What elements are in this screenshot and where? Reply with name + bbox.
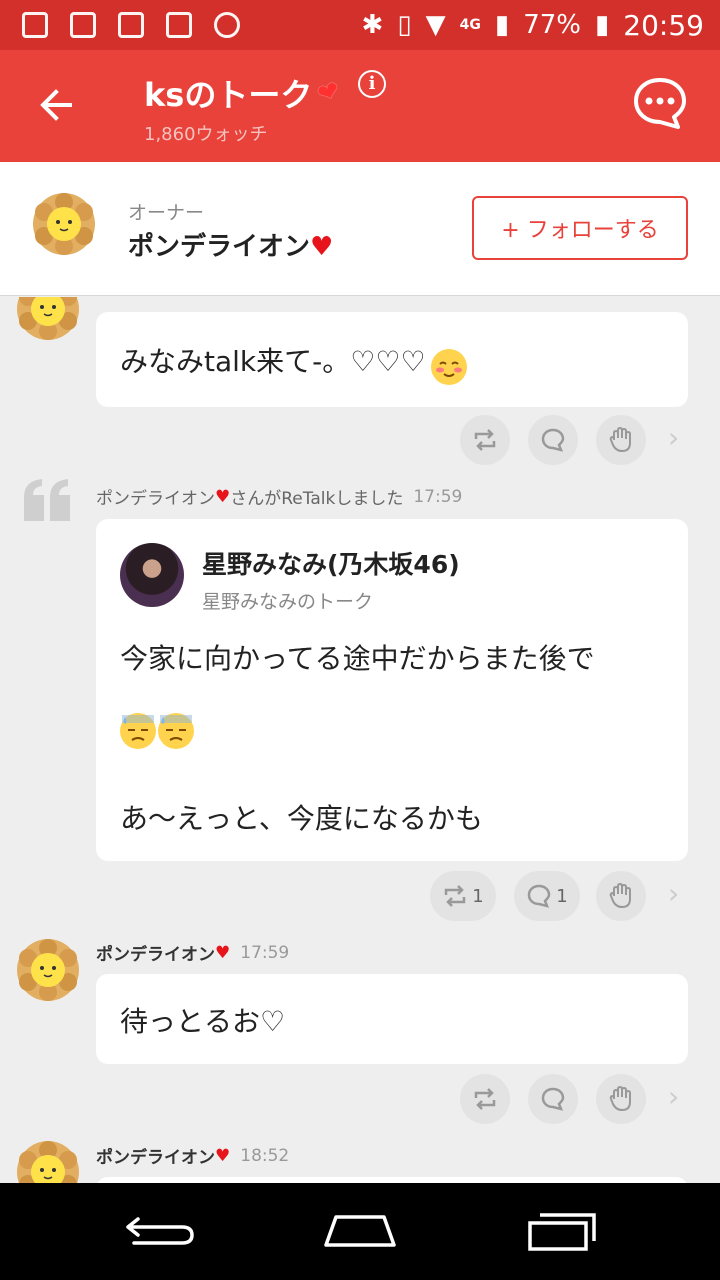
- clap-button[interactable]: [596, 415, 646, 465]
- network-type: 4G: [459, 17, 481, 33]
- user-avatar[interactable]: [16, 297, 80, 341]
- retalk-button[interactable]: [460, 1074, 510, 1124]
- message-bubble[interactable]: 待っとるお♡: [96, 974, 688, 1064]
- vibrate-icon: ▯: [397, 10, 412, 40]
- headset-icon: [214, 12, 240, 38]
- retalk-card[interactable]: 星野みなみ(乃木坂46) 星野みなみのトーク 今家に向かってる途中だからまた後で…: [96, 519, 688, 861]
- timestamp: 18:52: [240, 1145, 290, 1166]
- home-icon[interactable]: [320, 1205, 400, 1255]
- owner-name-text: ポンデライオン: [128, 232, 311, 262]
- comment-button[interactable]: [528, 1074, 578, 1124]
- chevron-right-icon[interactable]: ›: [668, 421, 679, 454]
- watch-count: 1,860ウォッチ: [144, 124, 268, 145]
- retalk-user-avatar[interactable]: [120, 543, 184, 607]
- clap-hand-icon: [609, 882, 631, 909]
- talk-title-text: ksのトーク: [144, 76, 313, 114]
- comment-icon: [528, 884, 551, 908]
- chat-bubble-icon[interactable]: [632, 75, 688, 131]
- author-name[interactable]: ポンデライオン: [96, 1143, 215, 1168]
- author-name[interactable]: ポンデライオン: [96, 940, 215, 965]
- status-bar: ✱ ▯ ▼ 4G ▮ 77% ▮ 20:59: [0, 0, 720, 50]
- clock: 20:59: [623, 8, 704, 42]
- clap-button[interactable]: [596, 1074, 646, 1124]
- emoji-row: [120, 713, 194, 749]
- retalk-icon: [445, 885, 466, 907]
- clap-button[interactable]: [596, 871, 646, 921]
- message-actions: ›: [0, 1074, 720, 1124]
- user-avatar[interactable]: [16, 938, 80, 1002]
- bluetooth-icon: ✱: [361, 10, 384, 40]
- message-text: みなみtalk来て-。♡♡♡: [120, 345, 426, 378]
- sweat-face-icon: [158, 713, 194, 749]
- info-icon[interactable]: i: [358, 70, 386, 98]
- back-icon[interactable]: [120, 1205, 200, 1255]
- system-status: ✱ ▯ ▼ 4G ▮ 77% ▮ 20:59: [362, 0, 704, 50]
- heart-icon: ♥: [215, 942, 231, 963]
- retalk-button[interactable]: 1: [430, 871, 496, 921]
- chevron-right-icon[interactable]: ›: [668, 877, 679, 910]
- message-text: 待っとるお♡: [120, 1005, 286, 1038]
- talk-title: ksのトーク ❤: [144, 70, 345, 116]
- owner-name[interactable]: ポンデライオン♥: [128, 226, 333, 263]
- timestamp: 17:59: [413, 486, 463, 507]
- comment-button[interactable]: [528, 415, 578, 465]
- navigation-bar: [0, 1183, 720, 1280]
- comment-icon: [541, 428, 565, 452]
- message-text: あ〜えっと、今度になるかも: [120, 802, 483, 835]
- message-meta: ポンデライオン ♥ 18:52: [96, 1143, 290, 1169]
- retalker-name[interactable]: ポンデライオン: [96, 484, 215, 509]
- message-actions: 1 1 ›: [0, 871, 720, 921]
- battery-icon: ▮: [594, 10, 610, 40]
- heart-icon: ♥: [310, 232, 334, 262]
- notification-icons: [0, 12, 240, 38]
- follow-button[interactable]: + フォローする: [472, 196, 688, 260]
- retalk-user-name[interactable]: 星野みなみ(乃木坂46): [202, 545, 460, 581]
- heart-icon: ❤: [313, 75, 345, 111]
- comment-count: 1: [556, 885, 568, 907]
- retalk-label: さんがReTalkしました: [230, 489, 404, 509]
- quote-icon: [24, 479, 70, 521]
- retalk-talk-name[interactable]: 星野みなみのトーク: [202, 587, 373, 614]
- sweat-face-icon: [120, 713, 156, 749]
- chevron-right-icon[interactable]: ›: [668, 1080, 679, 1113]
- message-bubble[interactable]: みなみtalk来て-。♡♡♡: [96, 312, 688, 407]
- wifi-icon: ▼: [425, 10, 446, 40]
- signal-icon: ▮: [494, 10, 510, 40]
- comment-icon: [541, 1087, 565, 1111]
- image-icon: [70, 12, 96, 38]
- timestamp: 17:59: [240, 942, 290, 963]
- contacts-icon: [22, 12, 48, 38]
- heart-icon: ♥: [215, 486, 231, 507]
- retalk-meta: ポンデライオン ♥ さんがReTalkしました 17:59: [96, 484, 463, 510]
- user-avatar[interactable]: [16, 1140, 80, 1183]
- retalk-icon: [474, 429, 496, 451]
- message-actions: ›: [0, 415, 720, 465]
- message-text: 今家に向かってる途中だからまた後で: [120, 642, 595, 675]
- blushing-face-icon: [430, 348, 467, 385]
- app-bar: ksのトーク ❤ i 1,860ウォッチ: [0, 50, 720, 162]
- clap-hand-icon: [609, 426, 631, 453]
- retalk-icon: [474, 1088, 496, 1110]
- back-arrow-icon[interactable]: [32, 80, 82, 130]
- owner-bar: オーナー ポンデライオン♥ + フォローする: [0, 162, 720, 296]
- message-meta: ポンデライオン ♥ 17:59: [96, 940, 290, 966]
- comment-button[interactable]: 1: [514, 871, 580, 921]
- mail-icon: [166, 12, 192, 38]
- retalk-button[interactable]: [460, 415, 510, 465]
- retalk-count: 1: [472, 885, 484, 907]
- heart-icon: ♥: [215, 1145, 231, 1166]
- share-icon: [118, 12, 144, 38]
- battery-percent: 77%: [523, 10, 581, 40]
- owner-avatar[interactable]: [32, 192, 96, 256]
- talk-feed[interactable]: みなみtalk来て-。♡♡♡ › ポンデライオン ♥ さんがReTalkしました 17…: [0, 297, 720, 1183]
- owner-label: オーナー: [128, 202, 205, 224]
- recent-apps-icon[interactable]: [522, 1205, 602, 1255]
- clap-hand-icon: [609, 1085, 631, 1112]
